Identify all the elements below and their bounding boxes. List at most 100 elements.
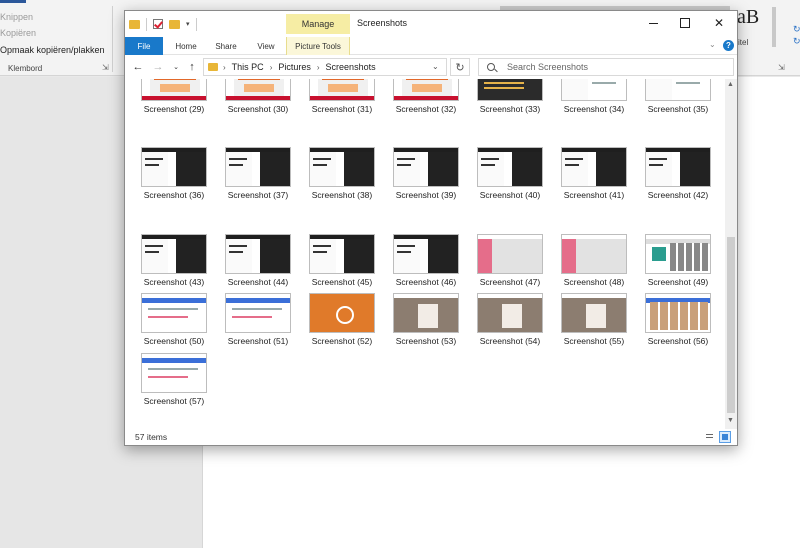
- address-history-chevron-icon[interactable]: ⌄: [432, 62, 439, 71]
- scroll-down-arrow-icon[interactable]: ▼: [727, 417, 734, 424]
- file-item[interactable]: Screenshot (33): [471, 79, 549, 133]
- file-name: Screenshot (55): [563, 336, 625, 346]
- file-item[interactable]: Screenshot (52): [303, 293, 381, 365]
- tab-home[interactable]: Home: [169, 37, 203, 55]
- breadcrumb-this-pc[interactable]: This PC: [232, 62, 264, 72]
- file-item[interactable]: Screenshot (56): [639, 293, 717, 365]
- styles-gallery-scroll[interactable]: [772, 7, 776, 47]
- search-box[interactable]: [478, 58, 734, 76]
- tab-share[interactable]: Share: [209, 37, 243, 55]
- file-item[interactable]: Screenshot (38): [303, 147, 381, 219]
- file-thumbnail: [393, 79, 459, 101]
- help-icon[interactable]: ?: [723, 40, 734, 51]
- up-arrow-icon[interactable]: ↑: [185, 59, 199, 75]
- file-name: Screenshot (52): [311, 336, 373, 346]
- forward-arrow-icon[interactable]: →: [151, 59, 165, 75]
- select-icon[interactable]: ↻: [793, 36, 800, 47]
- back-arrow-icon[interactable]: ←: [131, 59, 145, 75]
- file-name: Screenshot (29): [143, 104, 205, 114]
- file-item[interactable]: Screenshot (40): [471, 147, 549, 219]
- file-grid[interactable]: Screenshot (29) Screenshot (30) Screenshot…: [125, 79, 725, 429]
- file-name: Screenshot (30): [227, 104, 289, 114]
- scroll-up-arrow-icon[interactable]: ▲: [727, 81, 734, 88]
- scrollbar-thumb[interactable]: [727, 237, 735, 413]
- recent-locations-chevron-icon[interactable]: ⌄: [171, 59, 181, 75]
- file-name: Screenshot (51): [227, 336, 289, 346]
- file-item[interactable]: Screenshot (53): [387, 293, 465, 365]
- tab-file[interactable]: File: [125, 37, 163, 55]
- refresh-icon[interactable]: ↻: [450, 58, 470, 76]
- close-icon[interactable]: ✕: [709, 15, 729, 31]
- maximize-icon[interactable]: [675, 15, 695, 31]
- file-thumbnail: [645, 79, 711, 101]
- file-item[interactable]: Screenshot (41): [555, 147, 633, 219]
- new-folder-icon[interactable]: [169, 19, 180, 29]
- file-thumbnail: [309, 79, 375, 101]
- copy-command[interactable]: Kopiëren: [0, 28, 36, 38]
- file-thumbnail: [225, 147, 291, 187]
- tab-picture-tools[interactable]: Picture Tools: [286, 37, 350, 55]
- file-thumbnail: [477, 293, 543, 333]
- file-explorer-window[interactable]: ▾ Manage Screenshots ✕ File Home Share V…: [124, 10, 738, 446]
- folder-icon: [129, 19, 140, 29]
- file-thumbnail: [561, 234, 627, 274]
- file-item[interactable]: Screenshot (54): [471, 293, 549, 365]
- breadcrumb-chevron-icon[interactable]: ›: [317, 63, 320, 72]
- format-painter-command[interactable]: Opmaak kopiëren/plakken: [0, 45, 105, 55]
- file-name: Screenshot (33): [479, 104, 541, 114]
- toolbar-separator: [146, 17, 147, 31]
- tab-view[interactable]: View: [249, 37, 283, 55]
- file-item[interactable]: Screenshot (39): [387, 147, 465, 219]
- file-item[interactable]: Screenshot (55): [555, 293, 633, 365]
- file-name: Screenshot (54): [479, 336, 541, 346]
- file-item[interactable]: Screenshot (29): [135, 79, 213, 133]
- file-item[interactable]: Screenshot (34): [555, 79, 633, 133]
- customize-toolbar-chevron-icon[interactable]: ▾: [186, 20, 190, 28]
- replace-icon[interactable]: ↻: [793, 24, 800, 35]
- picture-tools-manage-header[interactable]: Manage: [286, 14, 350, 34]
- file-name: Screenshot (40): [479, 190, 541, 200]
- large-icons-view-icon[interactable]: [719, 431, 731, 443]
- breadcrumb-chevron-icon[interactable]: ›: [270, 63, 273, 72]
- file-thumbnail: [225, 79, 291, 101]
- file-item[interactable]: Screenshot (51): [219, 293, 297, 365]
- expand-ribbon-chevron-icon[interactable]: ⌄: [709, 40, 716, 49]
- file-thumbnail: [645, 234, 711, 274]
- styles-dialog-launcher-icon[interactable]: ⇲: [778, 63, 785, 72]
- style-preview[interactable]: aB: [737, 6, 759, 29]
- file-item[interactable]: Screenshot (42): [639, 147, 717, 219]
- file-thumbnail: [309, 234, 375, 274]
- file-name: Screenshot (49): [647, 277, 709, 287]
- file-item[interactable]: Screenshot (37): [219, 147, 297, 219]
- file-item[interactable]: Screenshot (30): [219, 79, 297, 133]
- file-item[interactable]: Screenshot (35): [639, 79, 717, 133]
- file-item[interactable]: Screenshot (36): [135, 147, 213, 219]
- search-input[interactable]: [507, 62, 707, 72]
- clipboard-dialog-launcher-icon[interactable]: ⇲: [102, 63, 109, 72]
- file-name: Screenshot (37): [227, 190, 289, 200]
- breadcrumb-pictures[interactable]: Pictures: [278, 62, 311, 72]
- file-thumbnail: [141, 293, 207, 333]
- vertical-scrollbar[interactable]: ▲ ▼: [725, 79, 737, 429]
- file-thumbnail: [477, 79, 543, 101]
- file-thumbnail: [561, 147, 627, 187]
- address-bar[interactable]: › This PC › Pictures › Screenshots ⌄: [203, 58, 447, 76]
- details-view-icon[interactable]: [703, 431, 715, 443]
- folder-icon: [208, 63, 218, 71]
- file-name: Screenshot (56): [647, 336, 709, 346]
- status-bar: 57 items: [125, 429, 737, 445]
- breadcrumb-screenshots[interactable]: Screenshots: [326, 62, 376, 72]
- properties-check-icon[interactable]: [153, 19, 163, 29]
- title-bar[interactable]: ▾ Manage Screenshots ✕: [125, 11, 737, 37]
- file-item[interactable]: Screenshot (31): [303, 79, 381, 133]
- minimize-icon[interactable]: [643, 15, 663, 31]
- window-title: Screenshots: [357, 18, 408, 28]
- file-name: Screenshot (57): [143, 396, 205, 406]
- file-thumbnail: [309, 293, 375, 333]
- file-item[interactable]: Screenshot (57): [135, 353, 213, 425]
- breadcrumb-chevron-icon[interactable]: ›: [223, 63, 226, 72]
- file-name: Screenshot (41): [563, 190, 625, 200]
- cut-command[interactable]: Knippen: [0, 12, 33, 22]
- file-thumbnail: [141, 79, 207, 101]
- file-item[interactable]: Screenshot (32): [387, 79, 465, 133]
